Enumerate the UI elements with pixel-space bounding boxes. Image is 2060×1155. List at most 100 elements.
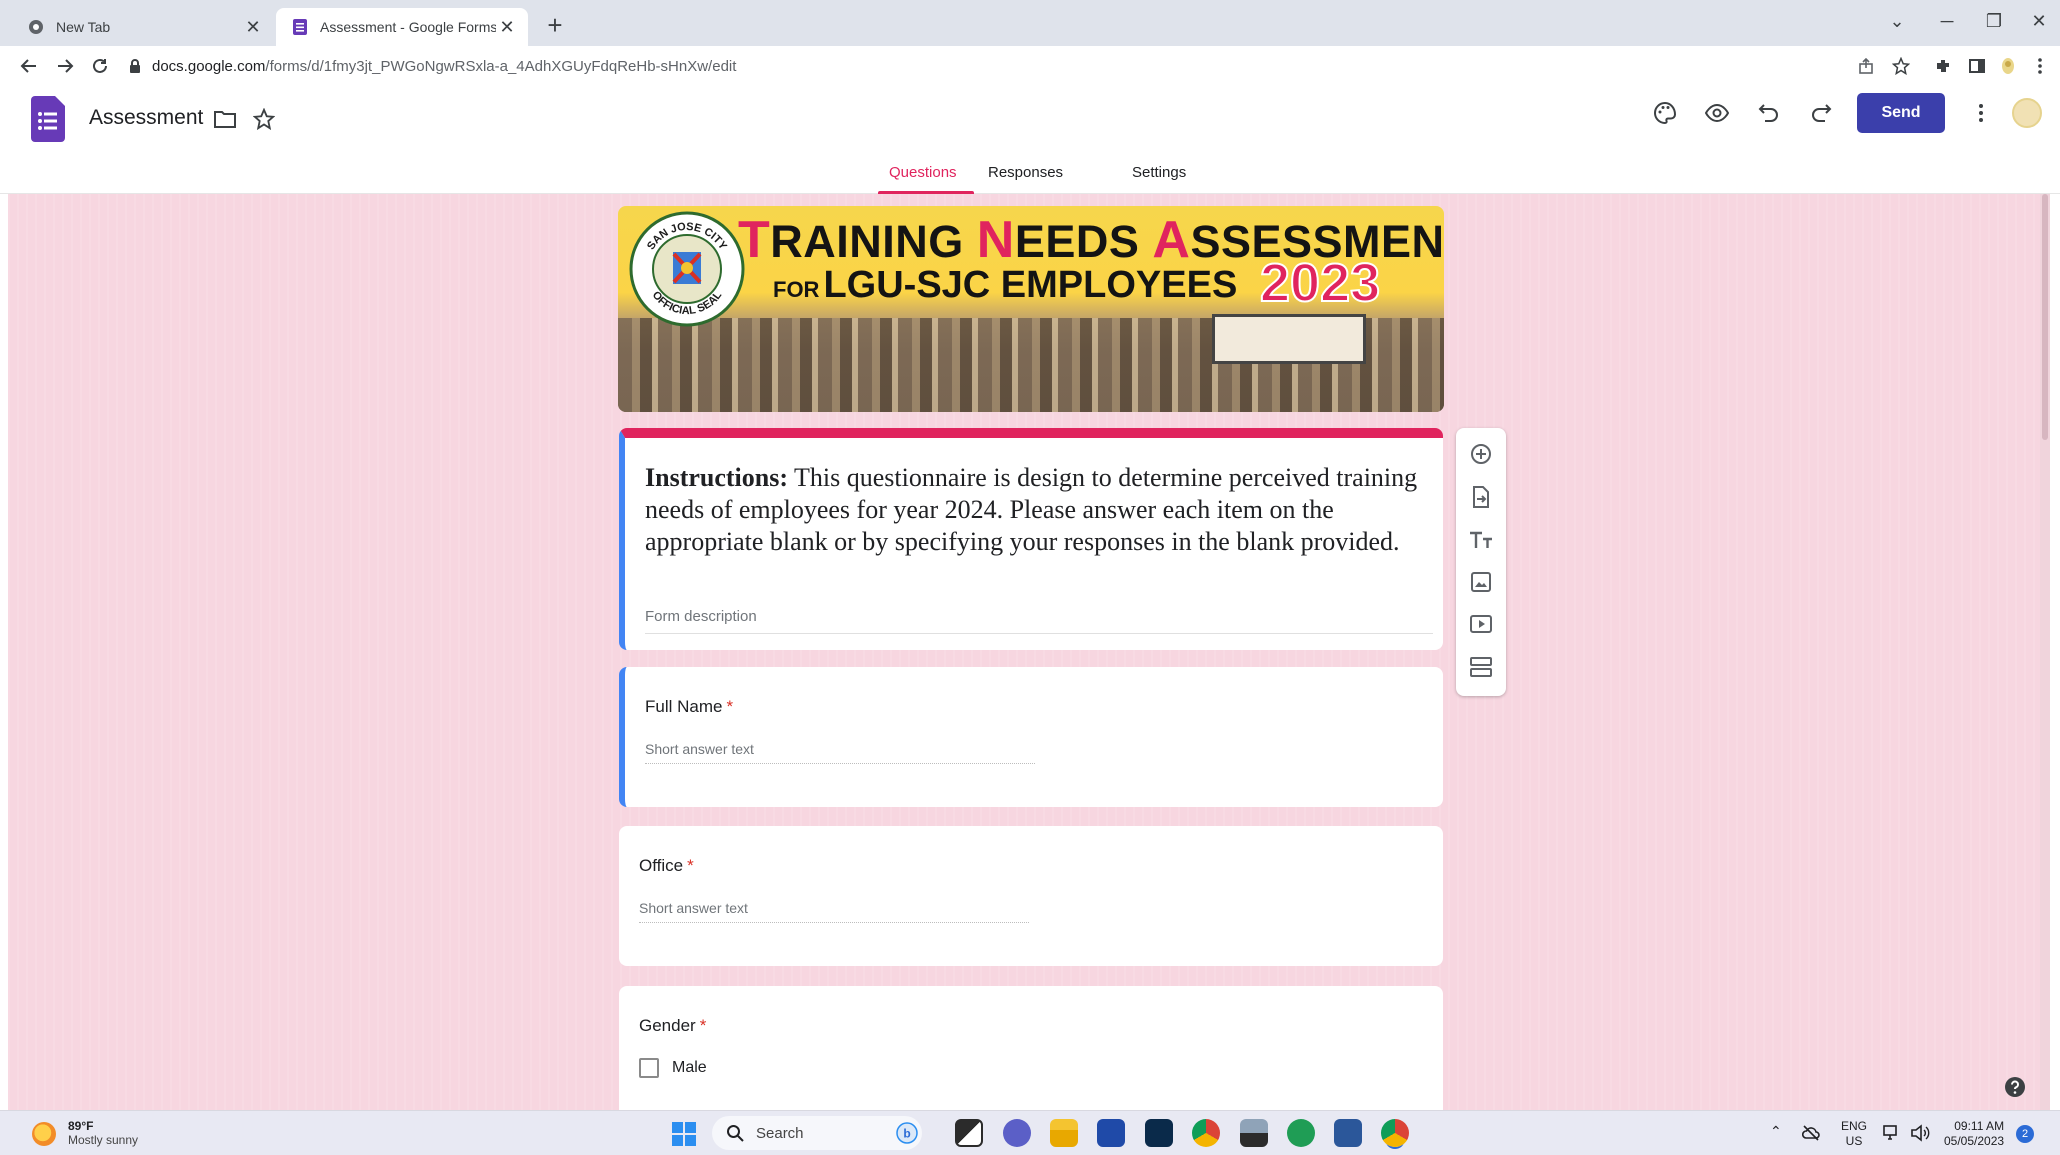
- more-options-icon[interactable]: [1964, 96, 1998, 130]
- new-tab-button[interactable]: +: [540, 10, 570, 40]
- folder-icon[interactable]: [208, 102, 242, 136]
- share-icon[interactable]: [1852, 52, 1880, 80]
- floating-toolbar: [1456, 428, 1506, 696]
- question-title: Office *: [639, 856, 694, 875]
- chat-icon[interactable]: [1003, 1119, 1031, 1147]
- form-header-card[interactable]: Instructions: This questionnaire is desi…: [619, 428, 1443, 650]
- question-title: Full Name *: [645, 697, 734, 716]
- notification-badge[interactable]: 2: [2016, 1125, 2034, 1143]
- windows-start-icon[interactable]: [672, 1122, 696, 1146]
- chrome-app-icon[interactable]: [1192, 1119, 1220, 1147]
- weather-condition: Mostly sunny: [68, 1133, 139, 1147]
- projector-screen: [1212, 314, 1366, 364]
- question-title: Gender *: [639, 1016, 707, 1035]
- system-clock[interactable]: 09:11 AM 05/05/2023: [1944, 1119, 2004, 1149]
- short-answer-field[interactable]: Short answer text: [645, 741, 1035, 764]
- form-instructions[interactable]: Instructions: This questionnaire is desi…: [645, 462, 1435, 558]
- extensions-icon[interactable]: [1929, 52, 1957, 80]
- volume-icon[interactable]: [1910, 1124, 1930, 1142]
- import-questions-icon[interactable]: [1467, 483, 1495, 511]
- city-seal-logo: SAN JOSE CITY OFFICIAL SEAL: [629, 211, 745, 327]
- reload-icon[interactable]: [85, 51, 115, 81]
- side-panel-icon[interactable]: [1963, 52, 1991, 80]
- minimize-button[interactable]: ─: [1928, 6, 1966, 36]
- network-icon[interactable]: [1883, 1124, 1901, 1142]
- add-video-icon[interactable]: [1467, 610, 1495, 638]
- short-answer-field[interactable]: Short answer text: [639, 900, 1029, 923]
- add-section-icon[interactable]: [1467, 653, 1495, 681]
- option-male[interactable]: Male: [639, 1058, 707, 1078]
- search-icon: [727, 1125, 744, 1142]
- weather-widget[interactable]: 89°F Mostly sunny: [32, 1119, 138, 1148]
- task-view-icon[interactable]: [955, 1119, 983, 1147]
- tab-settings[interactable]: Settings: [1132, 160, 1186, 194]
- google-forms-icon: [292, 19, 308, 35]
- app-landscape-icon[interactable]: [1240, 1119, 1268, 1147]
- taskbar-search[interactable]: Search b: [712, 1116, 922, 1150]
- forward-icon[interactable]: [50, 51, 80, 81]
- banner-subtitle: FOR LGU-SJC EMPLOYEES: [773, 264, 1238, 306]
- chrome-active-icon[interactable]: [1381, 1119, 1409, 1147]
- cloud-offline-icon[interactable]: [1802, 1125, 1820, 1141]
- bing-icon: b: [896, 1122, 918, 1144]
- grammarly-icon[interactable]: [1287, 1119, 1315, 1147]
- palette-icon[interactable]: [1648, 96, 1682, 130]
- browser-tab-bar: New Tab ✕ Assessment - Google Forms ✕ + …: [0, 0, 2060, 46]
- header-banner-image: SAN JOSE CITY OFFICIAL SEAL TRAINING NEE…: [618, 206, 1444, 412]
- browser-toolbar: docs.google.com/forms/d/1fmy3jt_PWGoNgwR…: [0, 46, 2060, 86]
- svg-text:b: b: [903, 1127, 910, 1141]
- browser-menu-icon[interactable]: [2026, 52, 2054, 80]
- tab-label: Assessment - Google Forms: [320, 19, 496, 35]
- close-window-button[interactable]: ✕: [2020, 6, 2058, 36]
- lock-icon: [130, 59, 140, 73]
- word-icon[interactable]: [1334, 1119, 1362, 1147]
- add-title-icon[interactable]: [1467, 526, 1495, 554]
- address-bar[interactable]: docs.google.com/forms/d/1fmy3jt_PWGoNgwR…: [128, 50, 1848, 82]
- file-explorer-icon[interactable]: [1050, 1119, 1078, 1147]
- help-icon[interactable]: [2004, 1076, 2026, 1098]
- add-image-icon[interactable]: [1467, 568, 1495, 596]
- search-label: Search: [756, 1124, 804, 1142]
- add-question-icon[interactable]: [1467, 440, 1495, 468]
- document-title[interactable]: Assessment: [89, 106, 203, 130]
- send-button[interactable]: Send: [1857, 93, 1945, 133]
- weather-temp: 89°F: [68, 1119, 94, 1133]
- back-icon[interactable]: [14, 51, 44, 81]
- question-card-full-name[interactable]: Full Name * Short answer text: [619, 667, 1443, 807]
- tab-responses[interactable]: Responses: [988, 160, 1063, 194]
- redo-icon[interactable]: [1804, 96, 1838, 130]
- form-canvas: SAN JOSE CITY OFFICIAL SEAL TRAINING NEE…: [8, 194, 2050, 1110]
- form-description-field[interactable]: Form description: [645, 608, 1433, 634]
- question-card-office[interactable]: Office * Short answer text: [619, 826, 1443, 966]
- tab-search-chevron-icon[interactable]: ⌄: [1878, 6, 1916, 36]
- undo-icon[interactable]: [1752, 96, 1786, 130]
- scrollbar[interactable]: [2040, 194, 2050, 1110]
- star-icon[interactable]: [247, 102, 281, 136]
- restore-button[interactable]: ❐: [1975, 6, 2013, 36]
- clock-date: 05/05/2023: [1944, 1134, 2005, 1148]
- form-tabs: Questions Responses Settings: [0, 160, 2060, 194]
- url-path: /forms/d/1fmy3jt_PWGoNgwRSxla-a_4AdhXGUy…: [265, 57, 737, 75]
- option-label: Male: [672, 1059, 707, 1076]
- banner-year: 2023: [1259, 252, 1381, 314]
- tab-questions[interactable]: Questions: [889, 160, 957, 194]
- profile-icon[interactable]: [1994, 52, 2022, 80]
- checkbox[interactable]: [639, 1058, 659, 1078]
- input-language[interactable]: ENG US: [1841, 1119, 1867, 1149]
- preview-eye-icon[interactable]: [1700, 96, 1734, 130]
- scrollbar-thumb[interactable]: [2042, 194, 2048, 440]
- chrome-icon: [28, 19, 44, 35]
- close-icon[interactable]: ✕: [496, 16, 518, 38]
- google-forms-logo-icon[interactable]: [31, 96, 65, 142]
- windows-taskbar: 89°F Mostly sunny Search b ⌃ ENG US 09:11…: [0, 1110, 2060, 1155]
- tab-new-tab[interactable]: New Tab ✕: [12, 8, 274, 46]
- bookmark-star-icon[interactable]: [1887, 52, 1915, 80]
- question-card-gender[interactable]: Gender * Male: [619, 986, 1443, 1110]
- avatar[interactable]: [2012, 98, 2042, 128]
- tray-overflow-icon[interactable]: ⌃: [1770, 1123, 1782, 1140]
- sun-icon: [32, 1121, 56, 1146]
- app-k-icon[interactable]: [1097, 1119, 1125, 1147]
- close-icon[interactable]: ✕: [242, 16, 264, 38]
- photoshop-icon[interactable]: [1145, 1119, 1173, 1147]
- tab-assessment[interactable]: Assessment - Google Forms ✕: [276, 8, 528, 46]
